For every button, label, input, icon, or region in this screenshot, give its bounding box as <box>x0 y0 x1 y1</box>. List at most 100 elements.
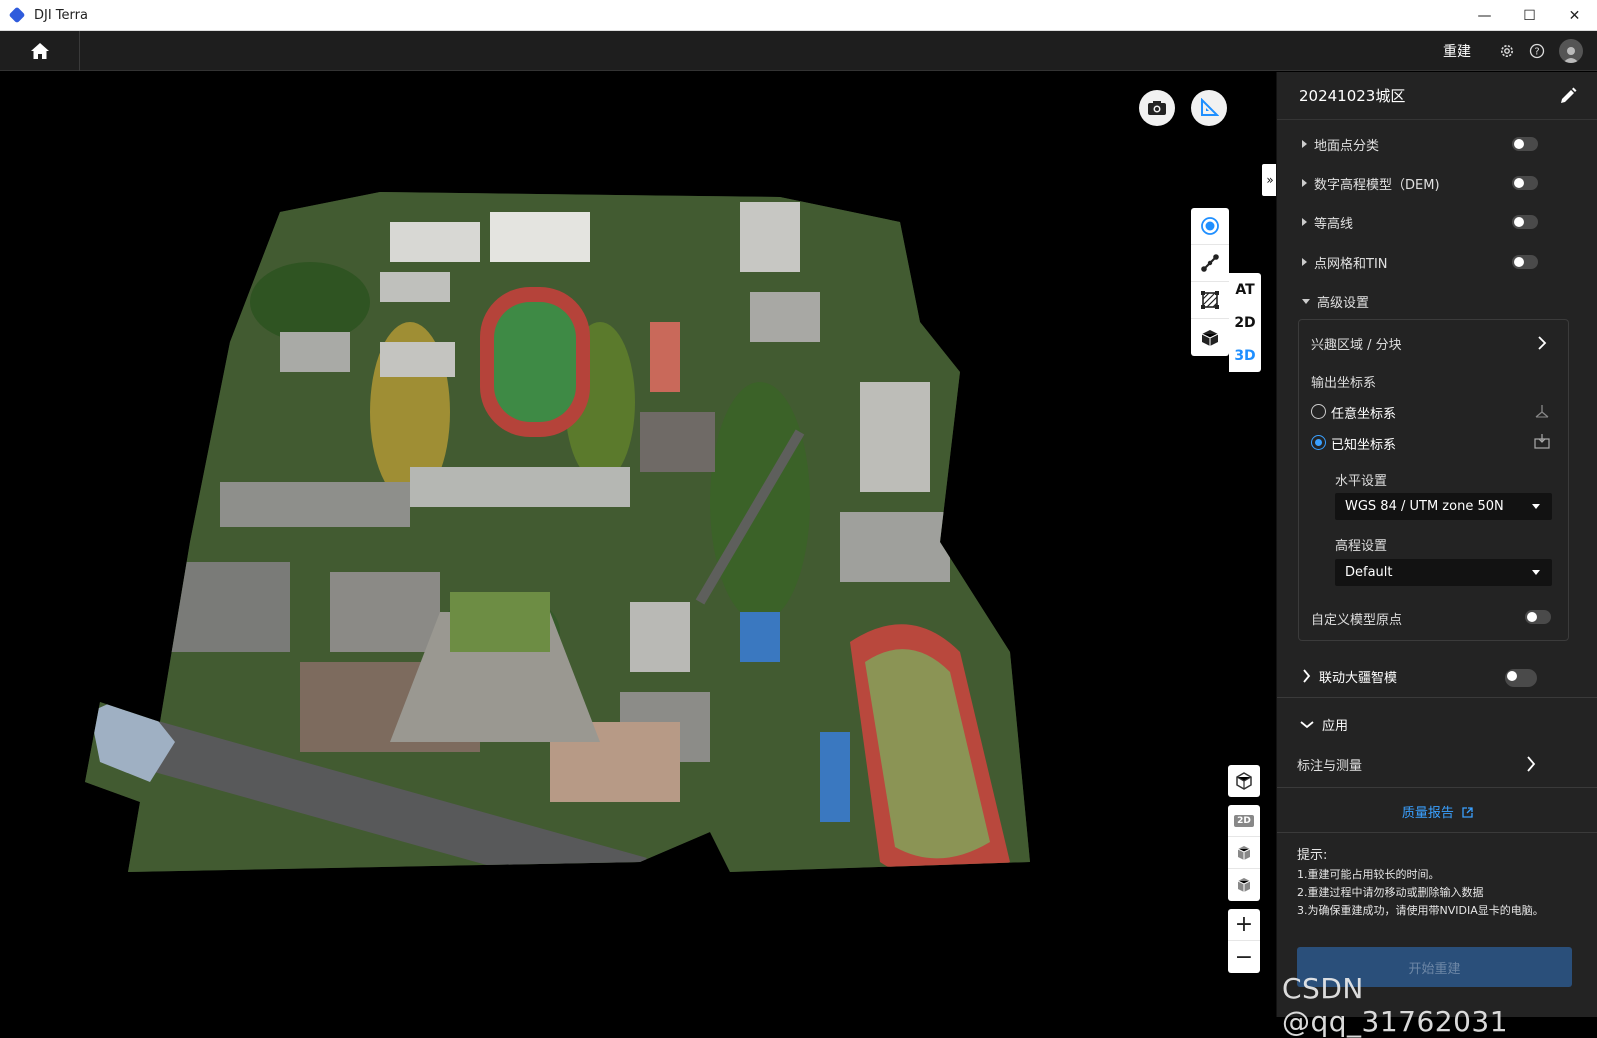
zoom-in-button[interactable]: + <box>1228 909 1260 941</box>
tips-title: 提示: <box>1297 848 1328 863</box>
zoom-stack: + − <box>1228 909 1260 973</box>
horizontal-cs-select[interactable]: WGS 84 / UTM zone 50N <box>1335 493 1552 520</box>
known-cs-radio[interactable] <box>1311 435 1326 450</box>
section-divider <box>1277 697 1597 698</box>
quality-report-link[interactable]: 质量报告 <box>1277 802 1597 821</box>
window-title: DJI Terra <box>34 7 88 23</box>
chevron-right-icon <box>1303 669 1311 683</box>
expand-triangle-icon <box>1302 218 1307 226</box>
panel-collapse-toggle[interactable]: » <box>1262 164 1276 196</box>
properties-panel: 20241023城区 地面点分类 数字高程模型（DEM) 等高线 点网格和TIN… <box>1276 72 1597 1017</box>
close-button[interactable]: ✕ <box>1552 0 1597 31</box>
home-icon <box>30 43 49 59</box>
zoom-out-button[interactable]: − <box>1228 941 1260 973</box>
caret-down-icon <box>1532 504 1540 509</box>
view-2d-badge: 2D <box>1234 814 1254 827</box>
section-divider <box>1277 787 1597 788</box>
window-titlebar: DJI Terra — ☐ ✕ <box>0 0 1597 31</box>
ground-classification-toggle[interactable] <box>1512 137 1538 151</box>
elevation-select[interactable]: Default <box>1335 559 1552 586</box>
output-cs-label: 输出坐标系 <box>1311 376 1377 391</box>
help-icon[interactable]: ? <box>1529 43 1545 59</box>
avatar[interactable] <box>1559 39 1583 63</box>
section-divider <box>1277 832 1597 833</box>
reset-orientation-button[interactable] <box>1228 765 1260 797</box>
collapse-triangle-icon <box>1302 298 1310 304</box>
campus-3d-model-image[interactable] <box>80 182 1050 882</box>
apply-title: 应用 <box>1322 718 1349 734</box>
svg-text:?: ? <box>1534 47 1539 58</box>
tip-line: 3.为确保重建成功，请使用带NVIDIA显卡的电脑。 <box>1297 904 1544 917</box>
orientation-cube-icon <box>1236 772 1252 790</box>
quality-report-label: 质量报告 <box>1401 806 1454 821</box>
elevation-setting-label: 高程设置 <box>1335 539 1388 554</box>
axes-icon <box>1535 405 1549 418</box>
chevron-down-icon <box>1300 720 1314 728</box>
mode-2d-button[interactable]: 2D <box>1229 306 1261 339</box>
elevation-value: Default <box>1345 565 1393 580</box>
apply-section-header[interactable]: 应用 <box>1277 712 1577 736</box>
screenshot-button[interactable] <box>1139 90 1175 126</box>
arbitrary-cs-label[interactable]: 任意坐标系 <box>1331 403 1396 422</box>
custom-origin-toggle[interactable] <box>1525 610 1551 624</box>
caret-down-icon <box>1532 570 1540 575</box>
point-tool-button[interactable] <box>1191 208 1229 245</box>
tips-box: 提示: 1.重建可能占用较长的时间。 2.重建过程中请勿移动或删除输入数据 3.… <box>1297 847 1592 920</box>
panel-header: 20241023城区 <box>1277 72 1597 120</box>
app-topbar: 重建 ? <box>0 31 1597 71</box>
minimize-button[interactable]: — <box>1462 0 1507 31</box>
dji-terra-logo-icon <box>8 6 26 24</box>
view-mode-stack: AT 2D 3D <box>1229 273 1261 372</box>
mode-3d-button[interactable]: 3D <box>1229 339 1261 372</box>
expand-triangle-icon <box>1302 179 1307 187</box>
tip-line: 1.重建可能占用较长的时间。 <box>1297 868 1440 881</box>
chevron-right-icon[interactable] <box>1537 336 1547 350</box>
csdn-watermark: CSDN @qq_31762031 <box>1282 972 1509 1038</box>
chevron-right-icon[interactable] <box>1526 756 1536 772</box>
gear-icon[interactable] <box>1499 43 1515 59</box>
arbitrary-cs-radio[interactable] <box>1311 404 1326 419</box>
linked-modeling-toggle[interactable] <box>1505 669 1537 687</box>
ruler-triangle-icon <box>1201 98 1219 116</box>
box-side-icon <box>1237 878 1251 892</box>
annotation-measure-label: 标注与测量 <box>1297 758 1363 774</box>
contour-toggle[interactable] <box>1512 215 1538 229</box>
line-tool-button[interactable] <box>1191 245 1229 282</box>
side-view-button[interactable] <box>1228 869 1260 901</box>
expand-triangle-icon <box>1302 140 1307 148</box>
roi-label[interactable]: 兴趣区域 / 分块 <box>1311 334 1402 353</box>
horizontal-cs-value: WGS 84 / UTM zone 50N <box>1345 499 1504 514</box>
advanced-settings-box: 兴趣区域 / 分块 输出坐标系 任意坐标系 已知坐标系 水平设置 WGS 84 … <box>1298 319 1569 641</box>
tip-line: 2.重建过程中请勿移动或删除输入数据 <box>1297 886 1484 899</box>
option-label: 数字高程模型（DEM) <box>1314 177 1440 193</box>
expand-triangle-icon <box>1302 258 1307 266</box>
measure-tool-button[interactable] <box>1191 90 1227 126</box>
area-hatch-icon <box>1201 291 1219 309</box>
maximize-button[interactable]: ☐ <box>1507 0 1552 31</box>
known-cs-label[interactable]: 已知坐标系 <box>1331 434 1396 453</box>
advanced-settings-header[interactable]: 高级设置 <box>1277 289 1577 313</box>
project-name: 20241023城区 <box>1299 87 1406 105</box>
top-view-button[interactable]: 2D <box>1228 805 1260 837</box>
model-viewport[interactable]: » AT 2D 3D 2D + − <box>0 72 1276 1017</box>
advanced-settings-title: 高级设置 <box>1317 295 1370 311</box>
mode-at-button[interactable]: AT <box>1229 273 1261 306</box>
volume-tool-button[interactable] <box>1191 319 1229 356</box>
topbar-actions: 重建 ? <box>1443 31 1583 71</box>
option-label: 点网格和TIN <box>1314 256 1388 272</box>
mesh-tin-toggle[interactable] <box>1512 255 1538 269</box>
user-icon <box>1563 47 1579 63</box>
box-front-icon <box>1237 845 1251 860</box>
import-prj-icon[interactable] <box>1534 433 1550 449</box>
pencil-edit-icon[interactable] <box>1558 86 1578 106</box>
home-button[interactable] <box>0 31 80 71</box>
option-label: 地面点分类 <box>1314 138 1380 154</box>
dem-toggle[interactable] <box>1512 176 1538 190</box>
front-view-button[interactable] <box>1228 837 1260 869</box>
cube-icon <box>1201 329 1219 346</box>
area-tool-button[interactable] <box>1191 282 1229 319</box>
window-controls: — ☐ ✕ <box>1462 0 1597 31</box>
rebuild-tab[interactable]: 重建 <box>1443 41 1471 61</box>
point-target-icon <box>1201 217 1219 235</box>
linked-modeling-label: 联动大疆智模 <box>1319 670 1398 686</box>
